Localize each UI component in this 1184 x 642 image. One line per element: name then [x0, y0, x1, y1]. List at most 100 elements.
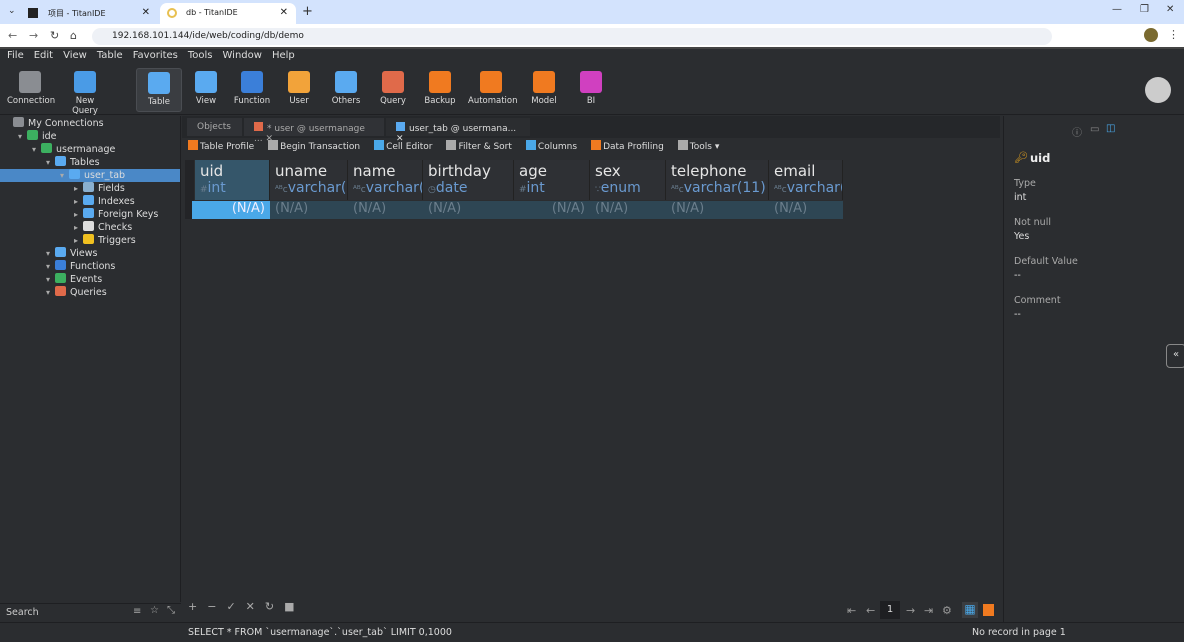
minimize-button[interactable]: — [1112, 4, 1122, 15]
toolbar-new-query-button[interactable]: New Query [62, 68, 108, 116]
tree-item-functions[interactable]: ▾ Functions [0, 260, 180, 273]
expand-arrow-icon[interactable]: ▸ [74, 184, 83, 193]
tab-user-tab[interactable]: user_tab @ usermana... ✕ [386, 118, 530, 144]
star-icon[interactable]: ☆ [150, 605, 159, 616]
grid-cell[interactable]: (N/A) [348, 201, 423, 219]
form-view-button[interactable] [983, 604, 994, 616]
toolbar-query-button[interactable]: Query [370, 68, 416, 112]
tree-item-queries[interactable]: ▾ Queries [0, 286, 180, 299]
expand-arrow-icon[interactable]: ▸ [74, 223, 83, 232]
grid-cell[interactable]: (N/A) [423, 201, 514, 219]
add-row-button[interactable]: + [188, 600, 197, 613]
toolbar-automation-button[interactable]: Automation [468, 68, 518, 112]
action-columns-button[interactable]: Columns [525, 140, 577, 156]
grid-cell[interactable]: (N/A) [270, 201, 348, 219]
tree-item-fields[interactable]: ▸ Fields [0, 182, 180, 195]
browser-tab-db[interactable]: db - TitanIDE ✕ [160, 3, 296, 24]
next-page-button[interactable]: → [906, 604, 915, 617]
column-header-age[interactable]: age #int [514, 160, 590, 200]
action-tools-button[interactable]: Tools ▾ [677, 140, 719, 156]
collapse-icon[interactable]: ⤡ [167, 605, 175, 616]
user-avatar[interactable] [1145, 77, 1171, 103]
new-tab-button[interactable]: + [302, 4, 313, 19]
filter-icon[interactable]: ≡ [133, 606, 141, 617]
expand-arrow-icon[interactable]: ▾ [60, 171, 69, 180]
expand-panel-button[interactable]: « [1166, 344, 1184, 368]
field-panel-icon[interactable]: ◫ [1106, 123, 1115, 134]
back-button[interactable]: ← [8, 29, 17, 42]
expand-arrow-icon[interactable]: ▾ [46, 288, 55, 297]
tree-item-events[interactable]: ▾ Events [0, 273, 180, 286]
grid-view-button[interactable]: ▦ [962, 602, 978, 618]
toolbar-user-button[interactable]: User [276, 68, 322, 112]
toolbar-bi-button[interactable]: BI [568, 68, 614, 112]
toolbar-model-button[interactable]: Model [521, 68, 567, 112]
menu-favorites[interactable]: Favorites [133, 50, 178, 65]
close-icon[interactable]: ✕ [280, 7, 288, 18]
expand-arrow-icon[interactable]: ▸ [74, 236, 83, 245]
info-icon[interactable]: ⓘ [1072, 124, 1082, 139]
browser-tab-project[interactable]: 项目 - TitanIDE ✕ [22, 3, 158, 24]
action-data-profiling-button[interactable]: Data Profiling [591, 140, 664, 156]
menu-help[interactable]: Help [272, 50, 295, 65]
tree-item-tables[interactable]: ▾ Tables [0, 156, 180, 169]
grid-cell[interactable]: (N/A) [195, 201, 270, 219]
tree-item-ide[interactable]: ▾ ide [0, 130, 180, 143]
ddl-icon[interactable]: ▭ [1090, 124, 1099, 135]
tab-list-chevron-icon[interactable]: ⌄ [8, 6, 16, 16]
menu-view[interactable]: View [63, 50, 87, 65]
expand-arrow-icon[interactable]: ▾ [32, 145, 41, 154]
stop-button[interactable]: ■ [284, 600, 294, 613]
expand-arrow-icon[interactable]: ▾ [18, 132, 27, 141]
prev-page-button[interactable]: ← [866, 604, 875, 617]
menu-table[interactable]: Table [97, 50, 123, 65]
tab-user-query[interactable]: * user @ usermanage ... ✕ [244, 118, 384, 144]
menu-tools[interactable]: Tools [188, 50, 213, 65]
tree-item-foreign-keys[interactable]: ▸ Foreign Keys [0, 208, 180, 221]
column-header-name[interactable]: name ᴬᴮcvarchar( [348, 160, 423, 200]
grid-cell[interactable]: (N/A) [769, 201, 843, 219]
tree-item-indexes[interactable]: ▸ Indexes [0, 195, 180, 208]
tree-item-user_tab[interactable]: ▾ user_tab [0, 169, 180, 182]
action-cell-editor-button[interactable]: Cell Editor [374, 140, 432, 156]
column-header-email[interactable]: email ᴬᴮcvarchar( [769, 160, 843, 200]
settings-gear-icon[interactable]: ⚙ [942, 604, 952, 617]
menu-window[interactable]: Window [223, 50, 262, 65]
apply-button[interactable]: ✓ [226, 600, 235, 613]
column-header-birthday[interactable]: birthday ◷date [423, 160, 514, 200]
expand-arrow-icon[interactable]: ▾ [46, 275, 55, 284]
grid-cell[interactable]: (N/A) [666, 201, 769, 219]
expand-arrow-icon[interactable]: ▾ [46, 262, 55, 271]
toolbar-others-button[interactable]: Others [323, 68, 369, 112]
browser-menu-icon[interactable]: ⋮ [1168, 28, 1179, 41]
column-header-uid[interactable]: uid #int [195, 160, 270, 200]
home-button[interactable]: ⌂ [70, 29, 77, 42]
menu-edit[interactable]: Edit [34, 50, 53, 65]
last-page-button[interactable]: ⇥ [924, 604, 933, 617]
expand-arrow-icon[interactable]: ▸ [74, 197, 83, 206]
url-input[interactable]: 192.168.101.144/ide/web/coding/db/demo [92, 28, 1052, 45]
grid-cell[interactable]: (N/A) [590, 201, 666, 219]
tree-item-usermanage[interactable]: ▾ usermanage [0, 143, 180, 156]
column-header-telephone[interactable]: telephone ᴬᴮcvarchar(11) [666, 160, 769, 200]
refresh-button[interactable]: ↻ [265, 600, 274, 613]
discard-button[interactable]: ✕ [246, 600, 255, 613]
page-number-input[interactable]: 1 [880, 601, 900, 619]
expand-arrow-icon[interactable]: ▾ [46, 249, 55, 258]
search-input[interactable]: Search [6, 607, 39, 618]
tab-objects[interactable]: Objects [187, 118, 242, 136]
toolbar-function-button[interactable]: Function [229, 68, 275, 112]
action-filter-sort-button[interactable]: Filter & Sort [446, 140, 512, 156]
action-table-profile-button[interactable]: Table Profile [188, 140, 254, 156]
delete-row-button[interactable]: − [207, 600, 216, 613]
reload-button[interactable]: ↻ [50, 29, 59, 42]
tree-item-views[interactable]: ▾ Views [0, 247, 180, 260]
restore-button[interactable]: ❐ [1140, 4, 1149, 15]
close-icon[interactable]: ✕ [142, 7, 150, 18]
tree-item-checks[interactable]: ▸ Checks [0, 221, 180, 234]
toolbar-table-button[interactable]: Table [136, 68, 182, 112]
first-page-button[interactable]: ⇤ [847, 604, 856, 617]
close-window-button[interactable]: ✕ [1166, 4, 1174, 15]
column-header-sex[interactable]: sex ∵enum [590, 160, 666, 200]
action-begin-transaction-button[interactable]: Begin Transaction [268, 140, 360, 156]
